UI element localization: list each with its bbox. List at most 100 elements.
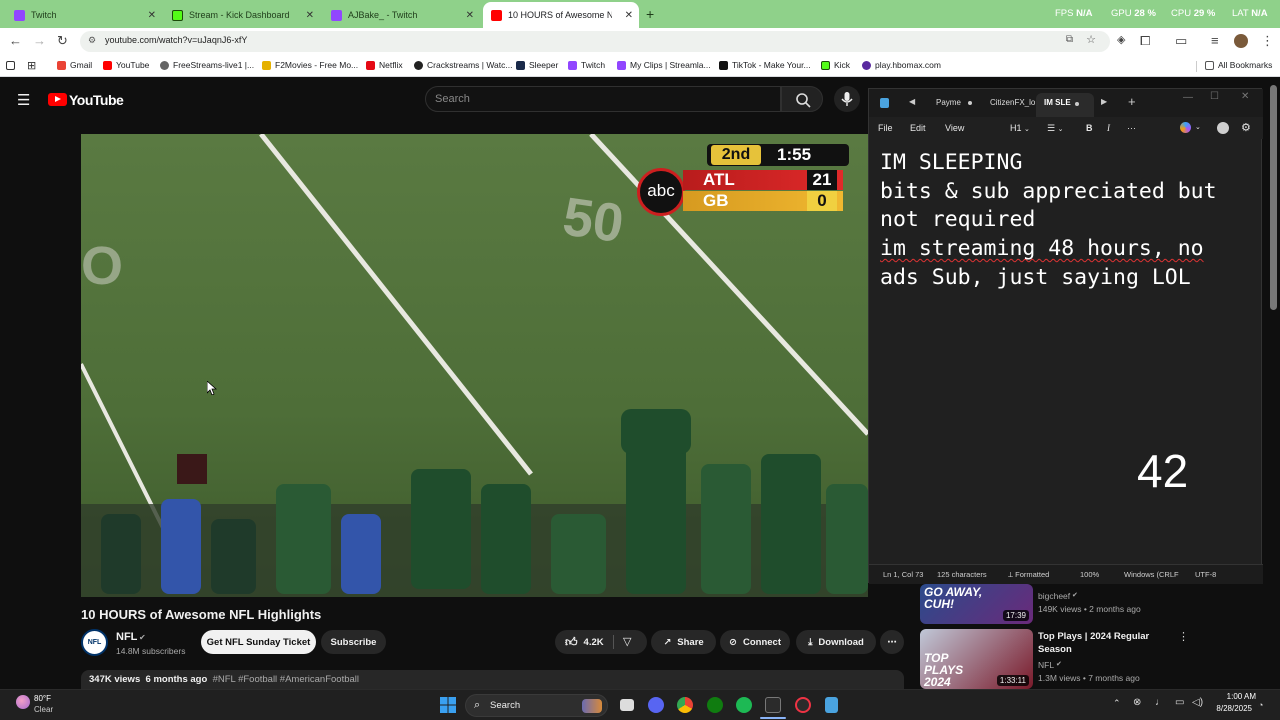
back-icon[interactable]: ←	[9, 33, 22, 48]
forward-icon[interactable]: →	[33, 33, 46, 48]
close-icon[interactable]: ✕	[466, 10, 474, 21]
share-button[interactable]: ↗ Share	[651, 630, 716, 654]
bookmark-hbomax[interactable]: play.hbomax.com	[862, 60, 941, 70]
discord-icon[interactable]	[648, 697, 664, 713]
sunday-ticket-button[interactable]: Get NFL Sunday Ticket	[201, 630, 316, 654]
notepad-icon[interactable]	[825, 697, 838, 713]
address-bar[interactable]: ⚙ youtube.com/watch?v=uJaqnJ6-xfY ⧉ ☆	[80, 31, 1110, 52]
bold-icon[interactable]: B	[1086, 123, 1093, 133]
tab-scroll-left-icon[interactable]: ◀	[909, 97, 915, 106]
voice-search-button[interactable]	[834, 86, 860, 112]
copilot-icon[interactable]	[1180, 122, 1191, 133]
spotify-icon[interactable]	[736, 697, 752, 713]
bookmark-freestreams[interactable]: FreeStreams-live1 |...	[160, 60, 254, 70]
download-manager-icon[interactable]	[765, 697, 781, 713]
tab-twitch[interactable]: Twitch ✕	[6, 4, 162, 26]
recommendation-thumbnail[interactable]: TOP PLAYS 2024 1:33:11	[920, 629, 1033, 689]
tab-youtube-video[interactable]: 10 HOURS of Awesome NFL ✕	[483, 2, 639, 28]
youtube-logo-icon[interactable]	[48, 93, 67, 106]
channel-avatar[interactable]: NFL	[81, 629, 108, 656]
menu-kebab-icon[interactable]: ⋮	[1261, 33, 1274, 49]
media-icon[interactable]: ≡	[1211, 33, 1219, 48]
notepad-tab-citizenfx[interactable]: CitizenFX_lo	[990, 98, 1035, 107]
side-panel-icon[interactable]	[6, 61, 15, 70]
menu-edit[interactable]: Edit	[910, 123, 926, 133]
format-toggle[interactable]: ⟂ Formatted	[1008, 570, 1049, 580]
taskbar-search-box[interactable]: ⌕ Search	[465, 694, 608, 717]
clock-date[interactable]: 8/28/2025	[1208, 704, 1252, 713]
weather-icon[interactable]	[16, 695, 30, 709]
tab-kick-dashboard[interactable]: Stream - Kick Dashboard ✕	[164, 4, 320, 26]
bookmark-sleeper[interactable]: Sleeper	[516, 60, 558, 70]
encoding[interactable]: UTF-8	[1195, 570, 1216, 579]
more-actions-icon[interactable]: ⋯	[880, 630, 904, 654]
new-tab-icon[interactable]: +	[646, 6, 654, 22]
chevron-down-icon[interactable]: ⌄	[1195, 123, 1201, 131]
italic-icon[interactable]: I	[1107, 123, 1110, 133]
clock-time[interactable]: 1:00 AM	[1212, 692, 1256, 701]
tab-scroll-right-icon[interactable]: ▶	[1101, 97, 1107, 106]
menu-file[interactable]: File	[878, 123, 893, 133]
cast-icon[interactable]: ▭	[1175, 33, 1187, 49]
volume-icon[interactable]: ◁)	[1192, 697, 1203, 708]
video-player[interactable]: 50 O 2nd 1:55 abc ATL 21 GB 0	[81, 134, 868, 597]
obs-icon[interactable]	[795, 697, 811, 713]
bookmark-tiktok[interactable]: TikTok - Make Your...	[719, 60, 811, 70]
bookmark-youtube[interactable]: YouTube	[103, 60, 149, 70]
more-formatting-icon[interactable]: ···	[1127, 123, 1136, 133]
recommendation-title[interactable]: Top Plays | 2024 Regular Season	[1038, 630, 1158, 656]
hashtags[interactable]: #NFL #Football #AmericanFootball	[213, 674, 359, 685]
new-tab-icon[interactable]: +	[1128, 94, 1136, 109]
recommendation-channel[interactable]: bigcheef	[1038, 591, 1070, 601]
notepad-tab-payme[interactable]: Payme	[936, 98, 961, 107]
tab-ajbake-twitch[interactable]: AJBake_ - Twitch ✕	[323, 4, 480, 26]
menu-view[interactable]: View	[945, 123, 964, 133]
apps-grid-icon[interactable]: ⊞	[27, 59, 36, 72]
close-icon[interactable]: ✕	[148, 10, 156, 21]
shield-icon[interactable]: ◈	[1117, 33, 1125, 46]
bookmark-star-icon[interactable]: ☆	[1086, 33, 1096, 46]
tray-app-icon[interactable]: ⊗	[1133, 697, 1141, 708]
search-button[interactable]	[781, 86, 823, 112]
bookmark-gmail[interactable]: Gmail	[57, 60, 92, 70]
line-ending[interactable]: Windows (CRLF	[1124, 570, 1179, 579]
heading-dropdown[interactable]: H1 ⌄	[1010, 123, 1030, 133]
search-input[interactable]: Search	[425, 86, 781, 112]
windows-start-icon[interactable]	[440, 697, 456, 713]
like-icon[interactable]: 👍︎	[565, 635, 578, 650]
site-info-icon[interactable]: ⚙	[88, 35, 96, 46]
bookmark-crackstreams[interactable]: Crackstreams | Watc...	[414, 60, 513, 70]
notepad-text-area[interactable]: IM SLEEPING bits & sub appreciated but not…	[880, 149, 1255, 293]
extensions-icon[interactable]: ⧠	[1140, 33, 1150, 49]
task-view-icon[interactable]	[620, 699, 634, 711]
url-text[interactable]: youtube.com/watch?v=uJaqnJ6-xfY	[105, 35, 247, 45]
close-icon[interactable]: ✕	[306, 10, 314, 21]
account-icon[interactable]	[1217, 122, 1229, 134]
connect-button[interactable]: ⊘ Connect	[720, 630, 790, 654]
description-box[interactable]: 347K views 6 months ago #NFL #Football #…	[81, 670, 904, 689]
zoom-level[interactable]: 100%	[1080, 570, 1099, 579]
chrome-icon[interactable]	[677, 697, 693, 713]
list-dropdown[interactable]: ☰ ⌄	[1047, 123, 1063, 134]
recommendation-channel[interactable]: NFL	[1038, 660, 1054, 670]
subscribe-button[interactable]: Subscribe	[321, 630, 386, 654]
tray-overflow-icon[interactable]: ⌃	[1113, 698, 1121, 709]
bookmark-kick[interactable]: Kick	[821, 60, 850, 70]
close-icon[interactable]: ✕	[1241, 91, 1249, 102]
notepad-tab-active[interactable]: IM SLE	[1036, 93, 1094, 117]
settings-gear-icon[interactable]: ⚙	[1241, 121, 1251, 134]
reload-icon[interactable]: ↻	[57, 33, 68, 49]
bookmark-streamlabs[interactable]: My Clips | Streamla...	[617, 60, 711, 70]
all-bookmarks-button[interactable]: All Bookmarks	[1205, 60, 1272, 70]
bookmark-twitch[interactable]: Twitch	[568, 60, 605, 70]
bookmark-netflix[interactable]: Netflix	[366, 60, 403, 70]
microphone-icon[interactable]: ♩	[1155, 697, 1165, 708]
close-icon[interactable]: ✕	[625, 10, 633, 21]
weather-temp[interactable]: 80°F	[34, 694, 51, 703]
network-icon[interactable]: ▭	[1175, 697, 1184, 708]
youtube-logo-text[interactable]: YouTube	[69, 92, 124, 108]
minimize-icon[interactable]: —	[1183, 92, 1193, 103]
more-options-icon[interactable]: ⋮	[1178, 630, 1189, 643]
maximize-icon[interactable]: ☐	[1210, 91, 1219, 102]
install-app-icon[interactable]: ⧉	[1066, 34, 1073, 45]
